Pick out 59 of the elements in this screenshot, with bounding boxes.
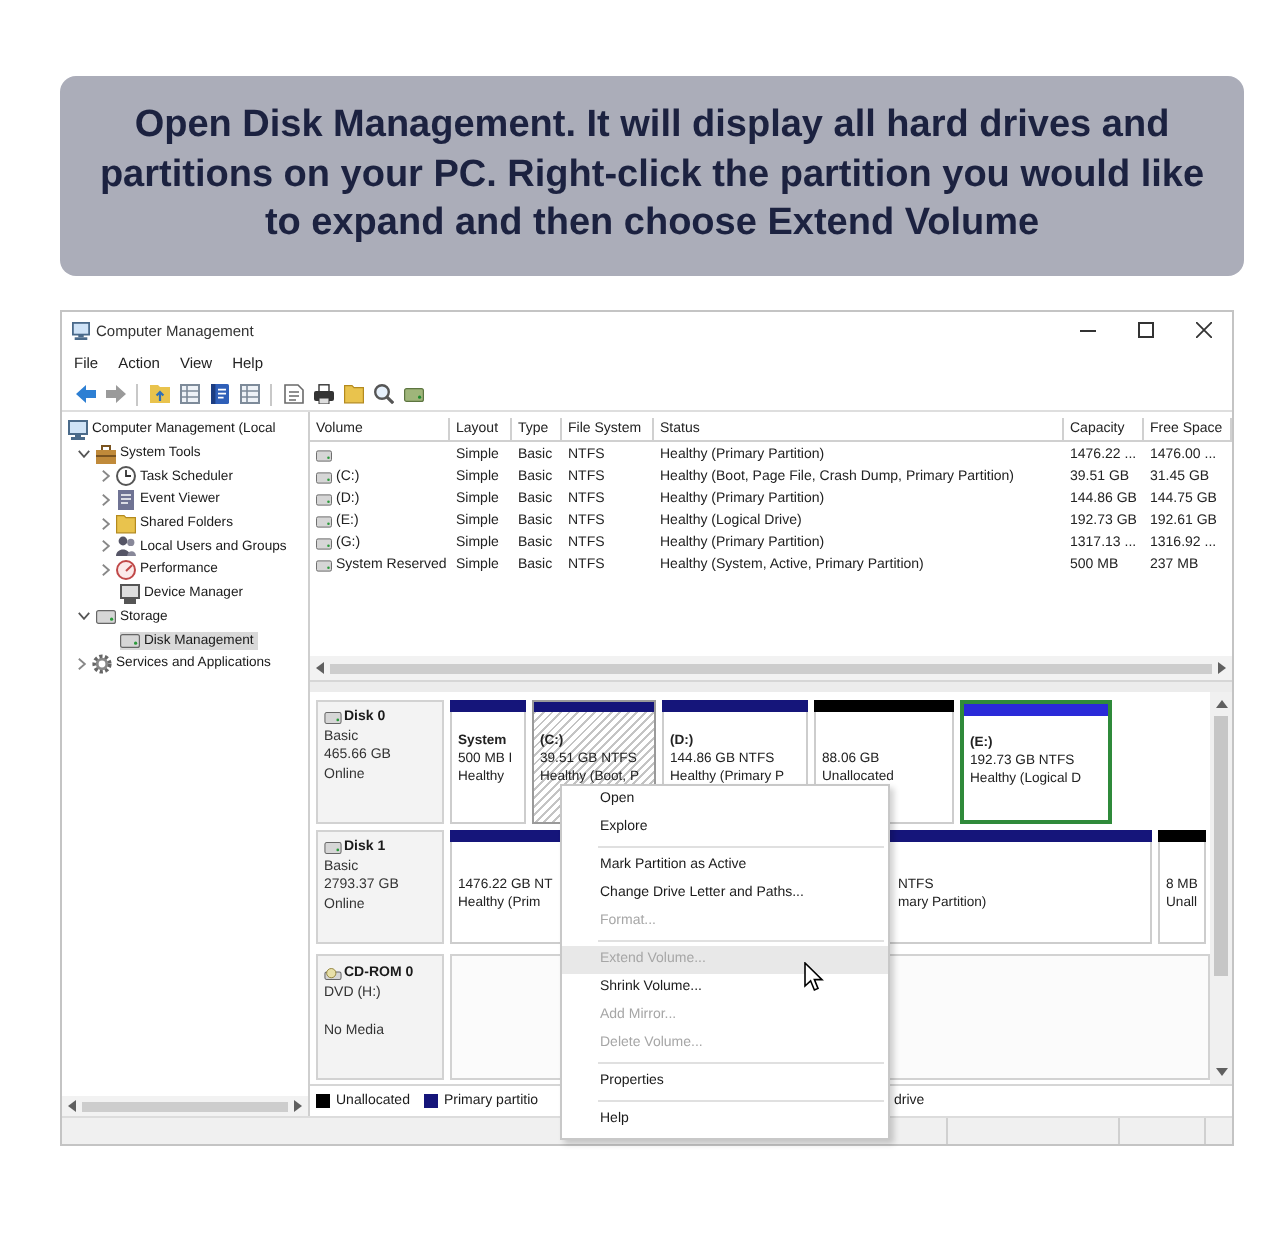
- book-icon[interactable]: [209, 384, 229, 404]
- caret-down-icon[interactable]: [1215, 1068, 1227, 1076]
- drive-icon: [316, 559, 332, 571]
- caret-right-icon[interactable]: [294, 1100, 302, 1112]
- back-arrow-icon[interactable]: [75, 384, 95, 404]
- drive-icon: [316, 537, 332, 549]
- cd-drive-icon: [324, 967, 342, 980]
- folder-icon[interactable]: [343, 384, 363, 404]
- document-icon[interactable]: [283, 384, 303, 404]
- maximize-icon[interactable]: [1138, 322, 1154, 338]
- computer-icon: [72, 321, 90, 339]
- forward-arrow-icon[interactable]: [105, 384, 125, 404]
- computer-icon: [68, 419, 88, 440]
- table-icon[interactable]: [239, 384, 259, 404]
- caret-right-icon[interactable]: [1218, 662, 1226, 674]
- drive-icon: [120, 633, 140, 648]
- horizontal-scrollbar[interactable]: [310, 656, 1232, 680]
- chevron-right-icon[interactable]: [102, 470, 110, 483]
- drive-icon: [324, 841, 342, 854]
- instruction-text: Open Disk Management. It will display all hard drives and partitions on your PC. Right-click the partition you would like to expand and then choose Extend Volume: [97, 102, 1207, 249]
- chevron-down-icon[interactable]: [78, 449, 90, 458]
- table-icon[interactable]: [179, 384, 199, 404]
- clock-icon: [116, 466, 136, 487]
- chevron-right-icon[interactable]: [102, 517, 110, 530]
- scrollbar-thumb[interactable]: [82, 1101, 288, 1111]
- scrollbar-thumb[interactable]: [1214, 716, 1228, 976]
- scrollbar-thumb[interactable]: [330, 663, 1212, 673]
- drive-icon: [316, 471, 332, 483]
- legend-swatch-icon: [424, 1094, 438, 1108]
- monitor-icon: [120, 583, 140, 604]
- chevron-down-icon[interactable]: [78, 612, 90, 621]
- legend-swatch-icon: [316, 1094, 330, 1108]
- log-book-icon: [116, 489, 136, 510]
- drive-icon: [96, 609, 116, 624]
- minimize-icon[interactable]: [1080, 329, 1096, 331]
- toolbox-icon: [96, 443, 116, 464]
- mouse-pointer-icon: [804, 962, 824, 992]
- gear-icon: [92, 653, 112, 674]
- vertical-scrollbar[interactable]: [1210, 692, 1232, 1084]
- caret-left-icon[interactable]: [68, 1100, 76, 1112]
- users-icon: [116, 536, 136, 557]
- chevron-right-icon[interactable]: [102, 493, 110, 506]
- drive-icon: [316, 515, 332, 527]
- drive-icon: [316, 493, 332, 505]
- caret-left-icon[interactable]: [316, 662, 324, 674]
- caret-up-icon[interactable]: [1215, 700, 1227, 708]
- folder-icon: [116, 513, 136, 534]
- drive-icon: [324, 711, 342, 724]
- magnifier-icon[interactable]: [373, 384, 393, 404]
- drive-icon[interactable]: [403, 387, 423, 401]
- chevron-right-icon[interactable]: [102, 563, 110, 576]
- folder-up-icon[interactable]: [149, 384, 169, 404]
- chevron-right-icon[interactable]: [78, 657, 86, 670]
- chevron-right-icon[interactable]: [102, 540, 110, 553]
- gauge-icon: [116, 559, 136, 580]
- horizontal-scrollbar[interactable]: [62, 1096, 308, 1116]
- printer-icon[interactable]: [313, 384, 333, 404]
- drive-icon: [316, 449, 332, 461]
- close-icon[interactable]: [1196, 322, 1212, 338]
